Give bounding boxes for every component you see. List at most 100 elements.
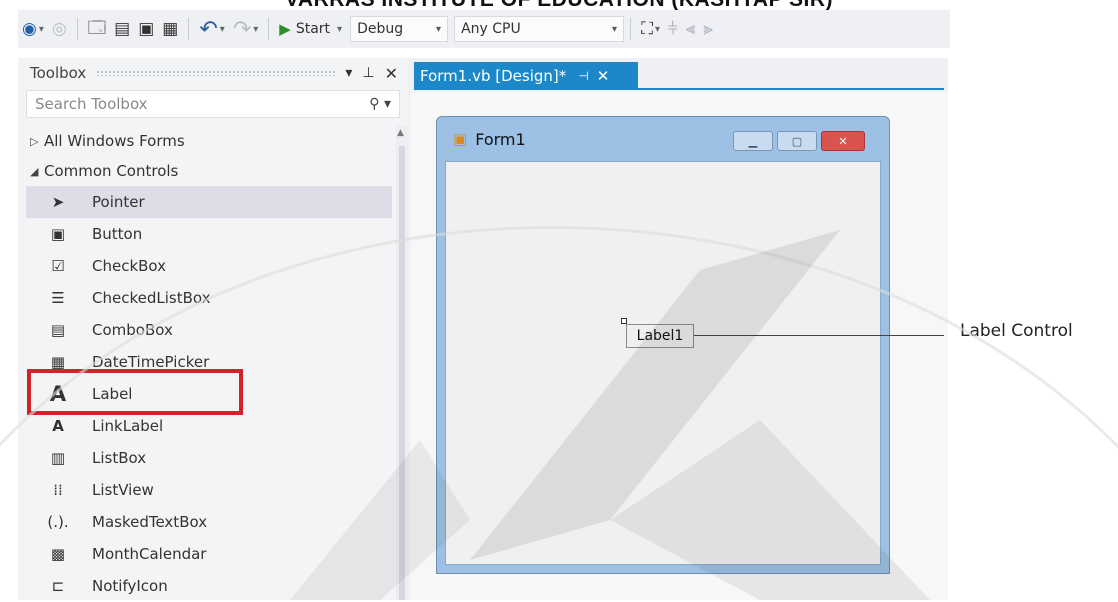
configuration-dropdown[interactable]: Debug ▾: [350, 16, 449, 42]
save-icon: ▣: [138, 19, 155, 39]
window-controls: ▁ ▢ ✕: [733, 131, 865, 151]
toolbox-search[interactable]: Search Toolbox ⚲ ▾: [26, 90, 400, 118]
search-icon[interactable]: ⚲ ▾: [369, 96, 391, 112]
toolbox-item-listview[interactable]: ⁞⁞ ListView: [26, 474, 392, 506]
configuration-value: Debug: [357, 21, 404, 37]
toolbar-separator: [630, 18, 632, 40]
checked-list-icon: ☰: [51, 289, 65, 307]
chevron-down-icon[interactable]: ▾: [345, 65, 352, 81]
label-item-highlight: [27, 369, 243, 415]
calendar-icon: ▩: [50, 545, 66, 563]
play-icon: ▶: [279, 20, 291, 38]
category-all-windows-forms[interactable]: ▷ All Windows Forms: [26, 126, 392, 156]
toolbox-panel: Toolbox ▾ ⊥ ✕ Search Toolbox ⚲ ▾ ▷ All W…: [18, 58, 408, 600]
category-label: All Windows Forms: [44, 132, 185, 150]
undo-button[interactable]: ↶ ▾: [195, 16, 228, 42]
button-icon: ▣: [50, 225, 66, 243]
toolbox-item-maskedtextbox[interactable]: (.). MaskedTextBox: [26, 506, 392, 538]
expand-icon: ▷: [30, 134, 39, 148]
align-center-button[interactable]: ⫸: [699, 16, 717, 42]
save-all-icon: ▦: [162, 19, 179, 39]
close-icon: ✕: [838, 134, 848, 148]
platform-value: Any CPU: [461, 21, 521, 37]
pointer-icon: ➤: [51, 193, 65, 211]
toolbox-item-label: Pointer: [92, 193, 145, 211]
toolbox-item-label: MaskedTextBox: [92, 513, 208, 531]
tab-form1-design[interactable]: Form1.vb [Design]* ⊣ ✕: [414, 62, 638, 90]
scrollbar-thumb[interactable]: [399, 146, 405, 600]
align-left-icon: ⫷: [685, 19, 696, 39]
tab-underline: [414, 88, 944, 90]
tab-label: Form1.vb [Design]*: [420, 67, 567, 85]
toolbox-item-label: CheckedListBox: [92, 289, 211, 307]
start-label: Start: [295, 21, 331, 37]
label1-control[interactable]: Label1: [626, 324, 694, 348]
toolbar-separator: [76, 18, 78, 40]
redo-button[interactable]: ↷ ▾: [229, 16, 262, 42]
find-files-icon: ⛶: [641, 19, 653, 39]
toolbox-title: Toolbox: [30, 64, 87, 82]
masked-textbox-icon: (.).: [47, 513, 69, 531]
align-button[interactable]: ⫩: [664, 16, 682, 42]
toolbox-item-pointer[interactable]: ➤ Pointer: [26, 186, 392, 218]
redo-icon: ↷: [232, 16, 252, 42]
toolbox-item-label: CheckBox: [92, 257, 167, 275]
callout-line: [694, 335, 944, 336]
save-all-button[interactable]: ▦: [158, 16, 182, 42]
listbox-icon: ▥: [50, 449, 66, 467]
category-common-controls[interactable]: ◢ Common Controls: [26, 156, 392, 186]
align-center-icon: ⫸: [703, 19, 713, 39]
align-icon: ⫩: [668, 19, 678, 39]
pin-tab-icon[interactable]: ⊣: [578, 69, 588, 83]
toolbox-item-checkbox[interactable]: ☑ CheckBox: [26, 250, 392, 282]
find-in-files-button[interactable]: ⛶ ▾: [637, 16, 664, 42]
back-arrow-icon: ◉: [22, 19, 37, 39]
toolbox-item-listbox[interactable]: ▥ ListBox: [26, 442, 392, 474]
maximize-button[interactable]: ▢: [777, 131, 817, 151]
toolbar-separator: [188, 18, 190, 40]
notify-icon: ⊏: [51, 577, 65, 595]
close-icon[interactable]: ✕: [385, 64, 398, 83]
chevron-down-icon: ▾: [612, 23, 618, 35]
undo-icon: ↶: [199, 16, 218, 42]
forward-arrow-icon: ◎: [51, 19, 67, 39]
collapse-icon: ◢: [30, 164, 39, 178]
main-toolbar: ◉ ▾ ◎ 🗔 ▤ ▣ ▦ ↶ ▾ ↷ ▾ ▶ Start ▾ Debug ▾ Any…: [18, 10, 950, 48]
toolbox-item-monthcalendar[interactable]: ▩ MonthCalendar: [26, 538, 392, 570]
toolbox-list: ▷ All Windows Forms ◢ Common Controls ➤ …: [26, 126, 392, 602]
open-file-icon: ▤: [114, 19, 131, 39]
form-title: Form1: [475, 129, 526, 149]
callout-label: Label Control: [960, 321, 1073, 341]
search-placeholder: Search Toolbox: [35, 95, 148, 113]
linklabel-icon: A: [52, 417, 64, 435]
toolbox-item-label: ListBox: [92, 449, 147, 467]
checkbox-icon: ☑: [51, 257, 65, 275]
maximize-icon: ▢: [791, 134, 803, 148]
category-label: Common Controls: [44, 162, 179, 180]
close-tab-icon[interactable]: ✕: [597, 67, 610, 85]
toolbox-item-button[interactable]: ▣ Button: [26, 218, 392, 250]
new-project-button[interactable]: 🗔: [84, 16, 110, 42]
toolbox-item-checkedlistbox[interactable]: ☰ CheckedListBox: [26, 282, 392, 314]
toolbox-item-label: NotifyIcon: [92, 577, 168, 595]
save-button[interactable]: ▣: [134, 16, 158, 42]
minimize-button[interactable]: ▁: [733, 131, 773, 151]
toolbox-item-label: MonthCalendar: [92, 545, 207, 563]
form-client-area[interactable]: [445, 161, 881, 565]
forward-button[interactable]: ◎: [48, 16, 71, 42]
drag-grip[interactable]: [96, 70, 336, 76]
toolbox-item-label: LinkLabel: [92, 417, 164, 435]
form-app-icon: ▣: [453, 130, 468, 148]
open-button[interactable]: ▤: [110, 16, 134, 42]
align-left-button[interactable]: ⫷: [682, 16, 700, 42]
toolbox-item-combobox[interactable]: ▤ ComboBox: [26, 314, 392, 346]
back-button[interactable]: ◉ ▾: [18, 16, 48, 42]
close-button[interactable]: ✕: [821, 131, 865, 151]
platform-dropdown[interactable]: Any CPU ▾: [454, 16, 625, 42]
pin-icon[interactable]: ⊥: [362, 65, 374, 81]
toolbox-item-notifyicon[interactable]: ⊏ NotifyIcon: [26, 570, 392, 602]
toolbar-separator: [268, 18, 270, 40]
combobox-icon: ▤: [50, 321, 66, 339]
start-button[interactable]: ▶ Start ▾: [275, 16, 346, 42]
scroll-up-arrow-icon[interactable]: ▲: [397, 128, 404, 138]
